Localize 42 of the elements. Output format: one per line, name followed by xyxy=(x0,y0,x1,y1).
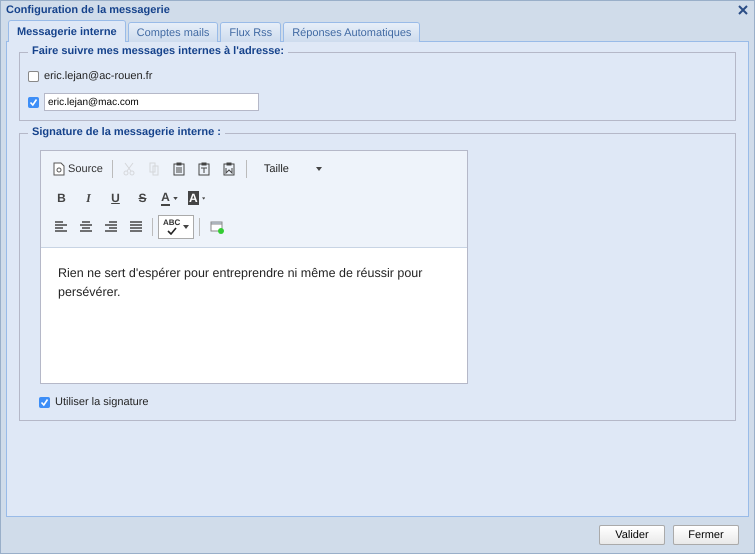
checkbox[interactable] xyxy=(28,96,39,108)
justify-icon xyxy=(128,220,142,234)
size-dropdown[interactable]: Taille xyxy=(252,163,328,175)
cut-icon xyxy=(122,162,136,176)
window-icon xyxy=(210,220,224,234)
underline-button[interactable]: U xyxy=(103,187,128,209)
email-label: eric.lejan@ac-rouen.fr xyxy=(44,70,152,82)
tab[interactable]: Messagerie interne xyxy=(8,20,126,42)
caret-icon xyxy=(316,167,322,171)
caret-icon xyxy=(172,196,178,200)
text-color-button[interactable]: A xyxy=(157,187,182,209)
align-right-icon xyxy=(104,220,118,234)
document-icon xyxy=(53,162,65,176)
bold-button[interactable]: B xyxy=(49,187,74,209)
window-title: Configuration de la messagerie xyxy=(6,4,170,16)
checkbox[interactable] xyxy=(28,70,39,82)
dialog-button[interactable]: Fermer xyxy=(673,525,739,545)
tab[interactable]: Flux Rss xyxy=(220,22,282,42)
align-center-icon xyxy=(78,220,92,234)
align-left-icon xyxy=(54,220,68,234)
spellcheck-button[interactable]: ABC xyxy=(158,215,194,239)
signature-text[interactable]: Rien ne sert d'espérer pour entreprendre ni même de réussir pour persévérer. xyxy=(41,248,467,383)
caret-icon xyxy=(202,196,205,200)
checkbox[interactable] xyxy=(39,396,50,408)
fieldset-legend: Faire suivre mes messages internes à l'adresse: xyxy=(28,45,288,57)
check-icon xyxy=(166,227,177,235)
strike-button[interactable]: S xyxy=(130,187,155,209)
tab[interactable]: Réponses Automatiques xyxy=(283,22,420,42)
caret-icon xyxy=(183,225,190,229)
fieldset-legend: Signature de la messagerie interne : xyxy=(28,126,225,138)
paste-word-icon xyxy=(222,162,236,176)
paste-text-icon xyxy=(197,162,212,176)
checkbox-label: Utiliser la signature xyxy=(55,396,149,408)
email-field[interactable]: eric.lejan@mac.com xyxy=(44,93,259,111)
copy-icon xyxy=(147,162,162,176)
close-icon[interactable] xyxy=(738,5,748,15)
dialog-button[interactable]: Valider xyxy=(599,525,665,545)
paste-icon xyxy=(172,162,186,176)
bg-color-button[interactable]: A xyxy=(184,187,209,209)
source-button[interactable]: Source xyxy=(49,158,107,180)
italic-button[interactable]: I xyxy=(76,187,101,209)
tab[interactable]: Comptes mails xyxy=(128,22,218,42)
